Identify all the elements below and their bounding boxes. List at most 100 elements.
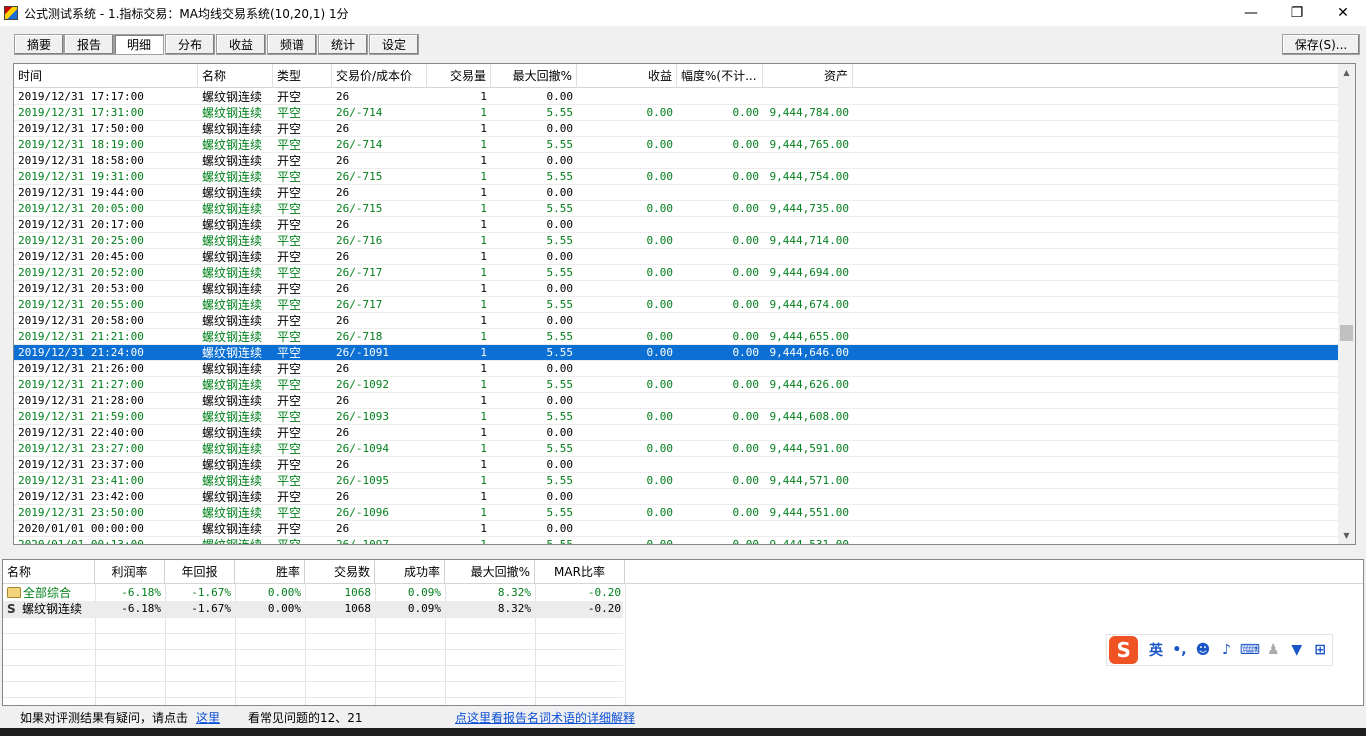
toolbox-icon[interactable]: ⊞: [1309, 642, 1332, 658]
table-row[interactable]: 2019/12/31 17:31:00 螺纹钢连续 平空 26/-714 1 5.55 0.…: [14, 105, 1339, 121]
tab-settings[interactable]: 设定: [369, 34, 419, 55]
cell-price: 26/-718: [336, 330, 383, 343]
table-row[interactable]: 2019/12/31 17:50:00 螺纹钢连续 开空 26 1 0.00: [14, 121, 1339, 137]
table-row-selected[interactable]: 2019/12/31 21:24:00 螺纹钢连续 平空 26/-1091 1 5.55 0…: [14, 345, 1339, 361]
table-row[interactable]: 2019/12/31 21:26:00 螺纹钢连续 开空 26 1 0.00: [14, 361, 1339, 377]
sum-col-profit-rate[interactable]: 利润率: [95, 560, 165, 584]
cell-profit: 0.00: [646, 378, 674, 391]
table-row[interactable]: 2019/12/31 23:37:00 螺纹钢连续 开空 26 1 0.00: [14, 457, 1339, 473]
skin-icon[interactable]: ▼: [1285, 642, 1308, 658]
user-icon[interactable]: ♟: [1262, 642, 1285, 658]
sum-col-trades[interactable]: 交易数: [305, 560, 375, 584]
punctuation-icon[interactable]: •,: [1168, 642, 1191, 658]
col-header-asset[interactable]: 资产: [763, 64, 853, 88]
scroll-up-icon[interactable]: ▲: [1338, 64, 1355, 81]
save-button[interactable]: 保存(S)...: [1282, 34, 1360, 55]
table-row[interactable]: 2019/12/31 20:45:00 螺纹钢连续 开空 26 1 0.00: [14, 249, 1339, 265]
cell-type: 开空: [277, 154, 302, 168]
table-row[interactable]: 2020/01/01 00:00:00 螺纹钢连续 开空 26 1 0.00: [14, 521, 1339, 537]
summary-row-rebar[interactable]: S 螺纹钢连续 -6.18% -1.67% 0.00% 1068 0.09% 8.…: [3, 601, 623, 617]
summary-win: 0.00%: [267, 602, 301, 615]
table-row[interactable]: 2019/12/31 22:40:00 螺纹钢连续 开空 26 1 0.00: [14, 425, 1339, 441]
cell-type: 平空: [273, 537, 332, 544]
cell-type: 平空: [277, 378, 302, 392]
sum-col-annual[interactable]: 年回报: [165, 560, 235, 584]
tab-spectrum[interactable]: 频谱: [267, 34, 317, 55]
table-row[interactable]: 2019/12/31 20:53:00 螺纹钢连续 开空 26 1 0.00: [14, 281, 1339, 297]
sum-col-success[interactable]: 成功率: [375, 560, 445, 584]
microphone-icon[interactable]: ♪: [1215, 642, 1238, 658]
cell-type: 开空: [277, 362, 302, 376]
tab-report[interactable]: 报告: [64, 34, 114, 55]
col-header-type[interactable]: 类型: [273, 64, 332, 88]
cell-profit: 0.00: [646, 410, 674, 423]
table-row[interactable]: 2019/12/31 20:05:00 螺纹钢连续 平空 26/-715 1 5.55 0.…: [14, 201, 1339, 217]
table-row[interactable]: 2020/01/01 00:13:00螺纹钢连续平空26/-109715.550…: [14, 537, 1339, 544]
table-row[interactable]: 2019/12/31 18:58:00 螺纹钢连续 开空 26 1 0.00: [14, 153, 1339, 169]
table-row[interactable]: 2019/12/31 20:52:00 螺纹钢连续 平空 26/-717 1 5.55 0.…: [14, 265, 1339, 281]
table-row[interactable]: 2019/12/31 23:50:00 螺纹钢连续 平空 26/-1096 1 5.55 0…: [14, 505, 1339, 521]
table-row[interactable]: 2019/12/31 23:27:00 螺纹钢连续 平空 26/-1094 1 5.55 0…: [14, 441, 1339, 457]
cell-range: 0.00: [732, 266, 760, 279]
col-header-profit[interactable]: 收益: [577, 64, 677, 88]
table-row[interactable]: 2019/12/31 17:17:00 螺纹钢连续 开空 26 1 0.00: [14, 89, 1339, 105]
ime-language-toggle[interactable]: 英: [1144, 640, 1167, 660]
glossary-link[interactable]: 点这里看报告名词术语的详细解释: [455, 709, 635, 726]
table-row[interactable]: 2019/12/31 21:59:00 螺纹钢连续 平空 26/-1093 1 5.55 0…: [14, 409, 1339, 425]
table-row[interactable]: 2019/12/31 23:42:00 螺纹钢连续 开空 26 1 0.00: [14, 489, 1339, 505]
sum-col-name[interactable]: 名称: [3, 560, 95, 584]
col-header-range[interactable]: 幅度%(不计...: [677, 64, 763, 88]
col-header-name[interactable]: 名称: [198, 64, 273, 88]
col-header-qty[interactable]: 交易量: [427, 64, 491, 88]
cell-qty: 1: [480, 170, 487, 183]
table-row[interactable]: 2019/12/31 20:55:00 螺纹钢连续 平空 26/-717 1 5.55 0.…: [14, 297, 1339, 313]
sum-col-mar[interactable]: MAR比率: [535, 560, 625, 584]
cell-drawdown: 0.00: [546, 218, 574, 231]
table-row[interactable]: 2019/12/31 20:25:00 螺纹钢连续 平空 26/-716 1 5.55 0.…: [14, 233, 1339, 249]
keyboard-icon[interactable]: ⌨: [1238, 642, 1261, 658]
close-button[interactable]: ✕: [1320, 0, 1366, 26]
detail-table-header: 时间 名称 类型 交易价/成本价 交易量 最大回撤% 收益 幅度%(不计... …: [14, 64, 1339, 88]
cell-asset: [763, 361, 853, 377]
cell-profit: 0.00: [646, 106, 674, 119]
sum-col-drawdown[interactable]: 最大回撤%: [445, 560, 535, 584]
table-row[interactable]: 2019/12/31 21:27:00 螺纹钢连续 平空 26/-1092 1 5.55 0…: [14, 377, 1339, 393]
scroll-down-icon[interactable]: ▼: [1338, 527, 1355, 544]
tab-distribution[interactable]: 分布: [165, 34, 215, 55]
tab-detail[interactable]: 明细: [114, 34, 164, 55]
cell-qty: 1: [480, 314, 487, 327]
detail-scrollbar[interactable]: ▲ ▼: [1338, 64, 1355, 544]
cell-price: 26: [336, 362, 350, 375]
cell-profit: [577, 89, 677, 105]
table-row[interactable]: 2019/12/31 21:28:00 螺纹钢连续 开空 26 1 0.00: [14, 393, 1339, 409]
cell-asset: 9,444,646.00: [769, 346, 849, 359]
ime-toolbar[interactable]: S 英 •, ☻ ♪ ⌨ ♟ ▼ ⊞: [1106, 634, 1333, 666]
scroll-thumb[interactable]: [1340, 325, 1353, 341]
table-row[interactable]: 2019/12/31 18:19:00 螺纹钢连续 平空 26/-714 1 5.55 0.…: [14, 137, 1339, 153]
cell-range: [677, 313, 763, 329]
emoji-icon[interactable]: ☻: [1191, 642, 1214, 658]
minimize-button[interactable]: —: [1228, 0, 1274, 26]
table-row[interactable]: 2019/12/31 19:31:00 螺纹钢连续 平空 26/-715 1 5.55 0.…: [14, 169, 1339, 185]
col-header-drawdown[interactable]: 最大回撤%: [491, 64, 577, 88]
tab-statistics[interactable]: 统计: [318, 34, 368, 55]
table-row[interactable]: 2019/12/31 23:41:00 螺纹钢连续 平空 26/-1095 1 5.55 0…: [14, 473, 1339, 489]
table-row[interactable]: 2019/12/31 21:21:00 螺纹钢连续 平空 26/-718 1 5.55 0.…: [14, 329, 1339, 345]
sogou-logo-icon[interactable]: S: [1109, 636, 1139, 664]
col-header-time[interactable]: 时间: [14, 64, 198, 88]
table-row[interactable]: 2019/12/31 20:58:00 螺纹钢连续 开空 26 1 0.00: [14, 313, 1339, 329]
table-row[interactable]: 2019/12/31 20:17:00 螺纹钢连续 开空 26 1 0.00: [14, 217, 1339, 233]
col-header-price[interactable]: 交易价/成本价: [332, 64, 427, 88]
cell-asset: 9,444,714.00: [769, 234, 849, 247]
here-link[interactable]: 这里: [196, 709, 220, 726]
cell-name: 螺纹钢连续: [202, 122, 263, 136]
cell-profit: 0.00: [646, 346, 674, 359]
table-row[interactable]: 2019/12/31 19:44:00 螺纹钢连续 开空 26 1 0.00: [14, 185, 1339, 201]
tab-summary[interactable]: 摘要: [14, 34, 64, 55]
sum-col-win[interactable]: 胜率: [235, 560, 305, 584]
cell-time: 2019/12/31 21:24:00: [18, 346, 144, 359]
maximize-button[interactable]: ❐: [1274, 0, 1320, 26]
tab-profit[interactable]: 收益: [216, 34, 266, 55]
summary-row-all[interactable]: 全部综合 -6.18% -1.67% 0.00% 1068 0.09% 8.32…: [3, 585, 623, 601]
cell-range: [677, 361, 763, 377]
